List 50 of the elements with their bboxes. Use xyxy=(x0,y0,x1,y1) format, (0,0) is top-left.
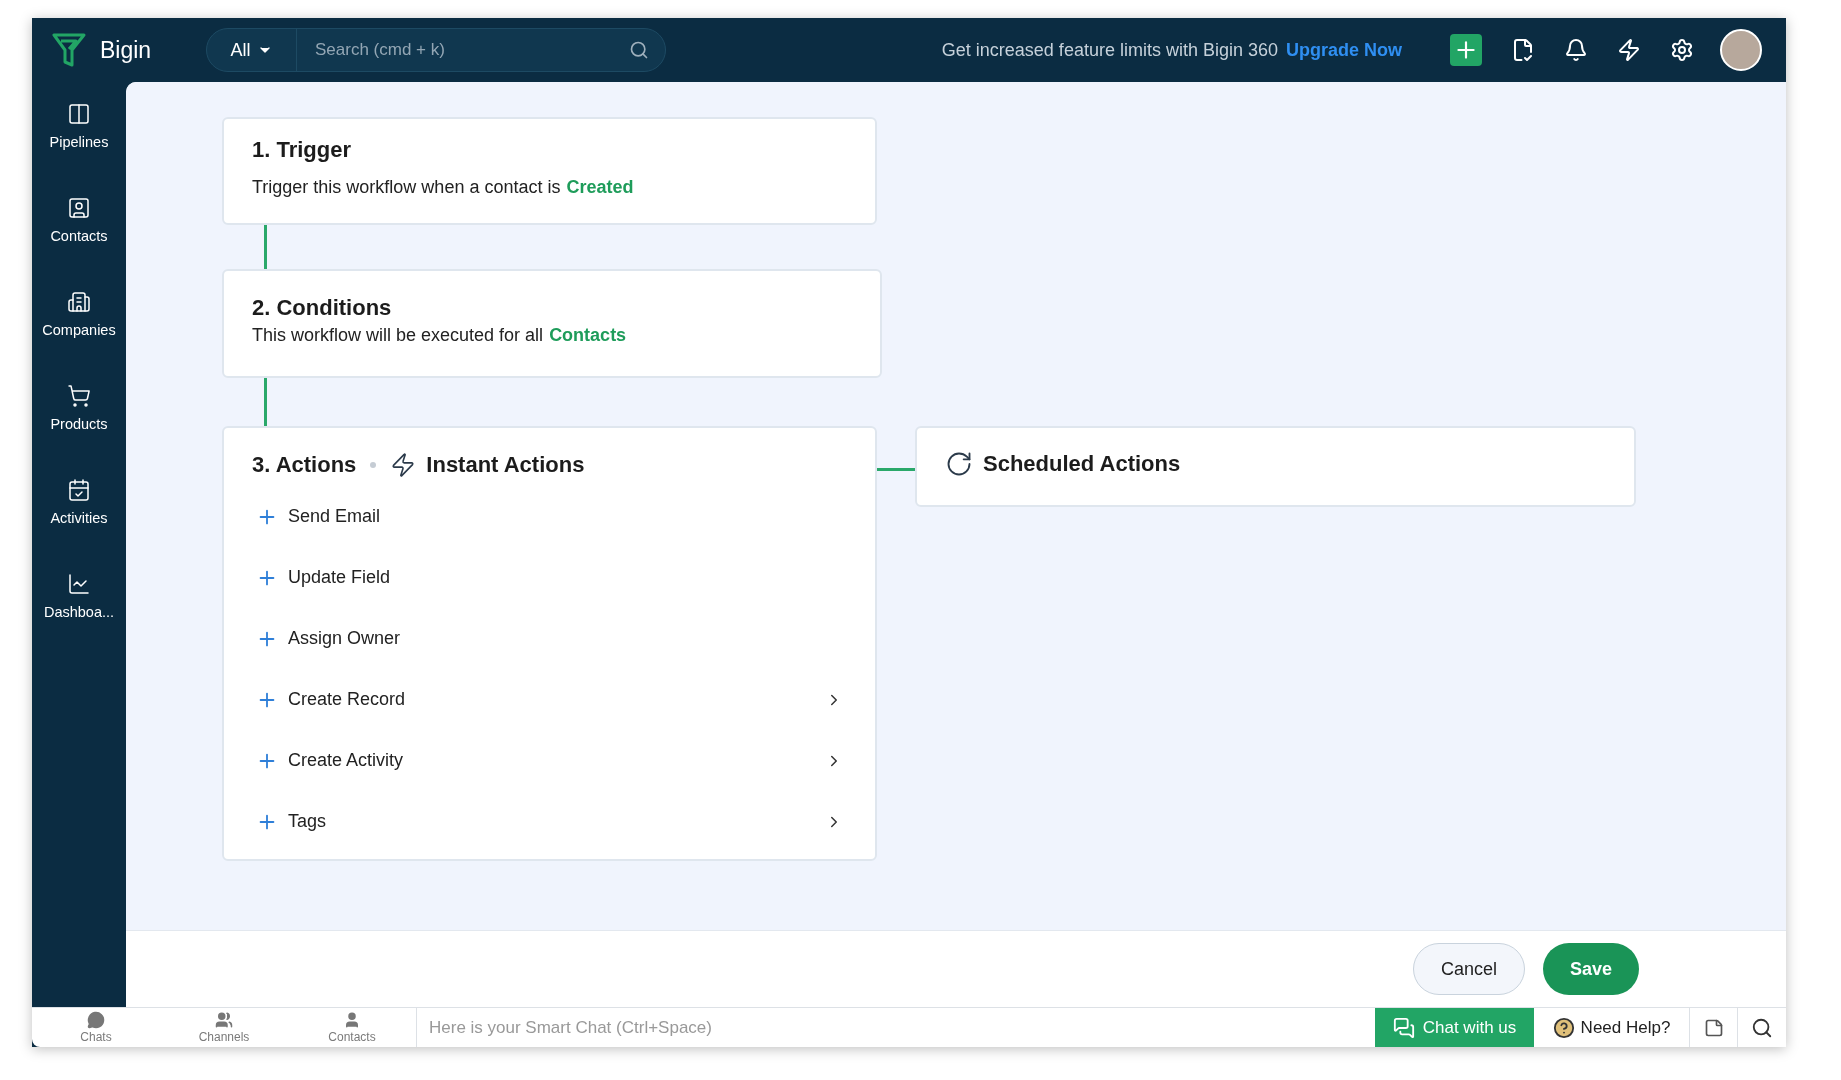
sidebar-item[interactable]: Activities xyxy=(34,478,124,526)
cancel-button[interactable]: Cancel xyxy=(1412,943,1525,995)
sidebar-icon xyxy=(67,572,91,596)
conditions-text: This workflow will be executed for all Contacts xyxy=(252,325,628,346)
sidebar-icon xyxy=(67,290,91,314)
card-title: 3. Actions xyxy=(252,452,357,478)
action-item[interactable]: Create Record xyxy=(252,669,847,730)
trigger-value-link[interactable]: Created xyxy=(566,177,634,197)
action-item[interactable]: Assign Owner xyxy=(252,608,847,669)
help-icon xyxy=(1552,1016,1575,1039)
sidebar-item[interactable]: Products xyxy=(34,384,124,432)
card-title: 2. Conditions xyxy=(252,295,393,321)
app-name: Bigin xyxy=(100,36,153,64)
conditions-value-link[interactable]: Contacts xyxy=(549,325,627,345)
save-button[interactable]: Save xyxy=(1542,943,1639,995)
sidebar-icon xyxy=(67,384,91,408)
conditions-card[interactable]: 2. Conditions This workflow will be executed for all Contacts xyxy=(222,269,882,378)
search-field[interactable]: All Search (cmd + k) xyxy=(206,28,666,72)
bottom-tab[interactable]: Channels xyxy=(160,1008,288,1047)
sidebar-item[interactable]: Companies xyxy=(34,290,124,338)
sidebar-item[interactable]: Contacts xyxy=(34,196,124,244)
tab-icon xyxy=(343,1011,361,1029)
instant-actions-title: Instant Actions xyxy=(426,452,585,478)
sidebar-icon xyxy=(67,478,91,502)
action-item[interactable]: Create Activity xyxy=(252,730,847,791)
promo-text: Get increased feature limits with Bigin 360 xyxy=(941,39,1278,61)
trigger-card[interactable]: 1. Trigger Trigger this workflow when a contact is Created xyxy=(222,117,877,225)
card-title: Scheduled Actions xyxy=(983,451,1181,477)
search-scope-dropdown[interactable]: All xyxy=(207,29,297,71)
scheduled-actions-card[interactable]: Scheduled Actions xyxy=(915,426,1636,507)
search-icon xyxy=(629,40,649,60)
sidebar-icon xyxy=(67,196,91,220)
user-avatar[interactable] xyxy=(1720,29,1762,71)
logo-icon xyxy=(52,32,86,68)
upgrade-link[interactable]: Upgrade Now xyxy=(1286,39,1402,61)
card-title: 1. Trigger xyxy=(252,137,353,163)
trigger-text: Trigger this workflow when a contact is Created xyxy=(252,177,635,198)
sidebar-item[interactable]: Pipelines xyxy=(34,102,124,150)
action-item[interactable]: Update Field xyxy=(252,547,847,608)
tab-icon xyxy=(87,1011,105,1029)
chat-bubbles-icon xyxy=(1392,1016,1415,1039)
action-item[interactable]: Tags xyxy=(252,791,847,852)
sidebar-item[interactable]: Dashboa... xyxy=(34,572,124,620)
sidebar-icon xyxy=(67,102,91,126)
tab-icon xyxy=(215,1011,233,1029)
action-item[interactable]: Send Email xyxy=(252,486,847,547)
bottom-tab[interactable]: Contacts xyxy=(288,1008,416,1047)
separator-dot xyxy=(370,462,377,468)
bottom-tab[interactable]: Chats xyxy=(32,1008,160,1047)
add-button[interactable] xyxy=(1450,34,1482,66)
